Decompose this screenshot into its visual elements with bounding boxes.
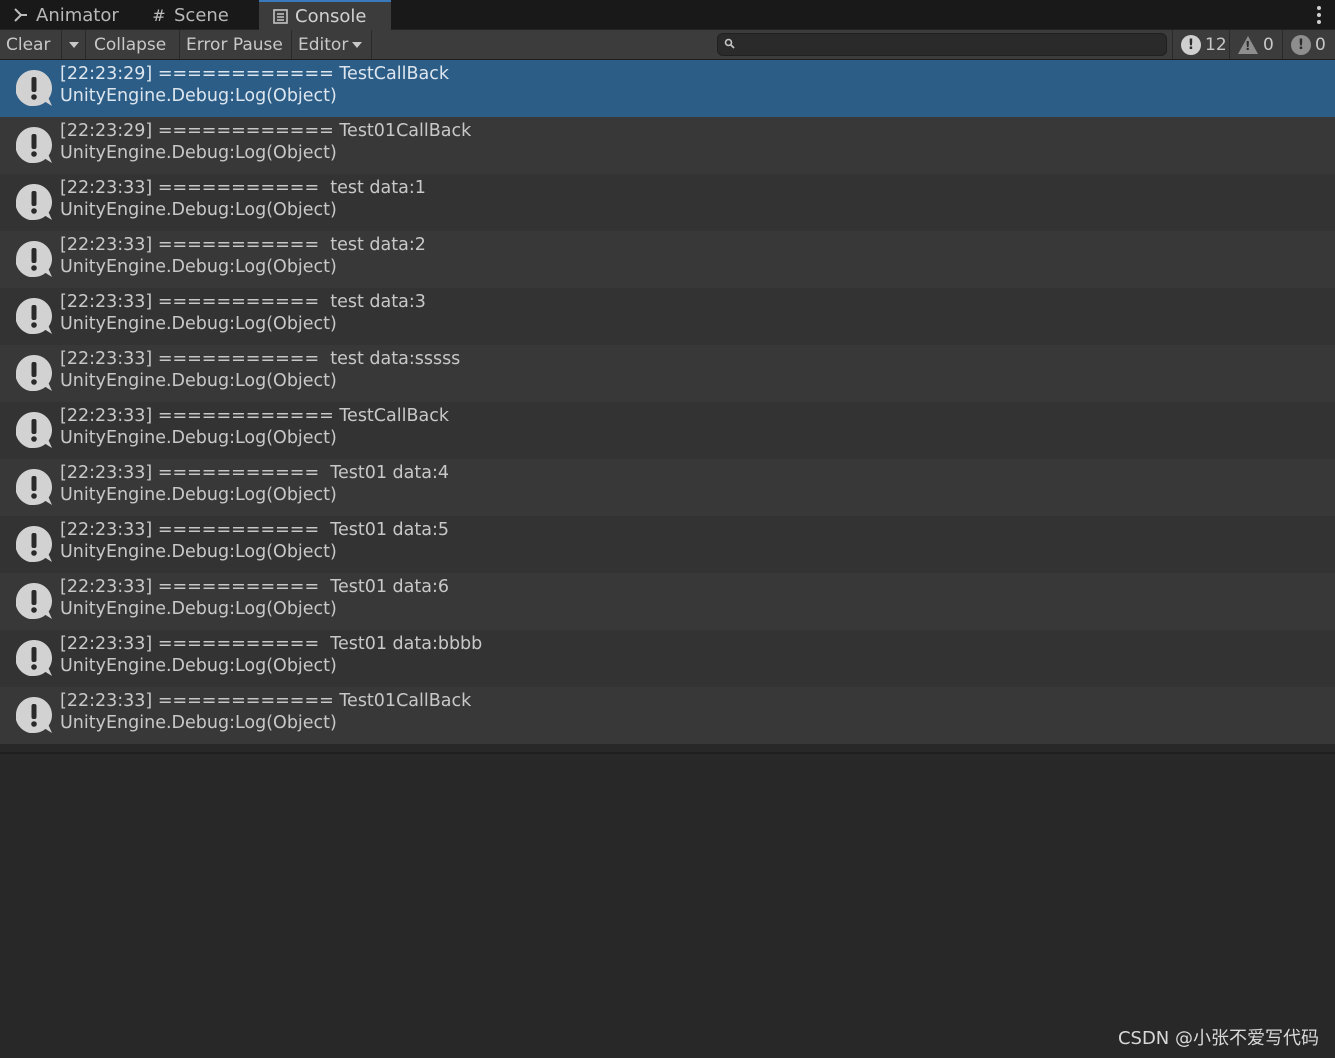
log-stacktrace: UnityEngine.Debug:Log(Object) — [60, 86, 337, 106]
log-list: [22:23:29] ============ TestCallBack Unit… — [0, 60, 1335, 744]
more-options-icon[interactable] — [1313, 4, 1325, 26]
search-icon — [724, 38, 735, 52]
log-stacktrace: UnityEngine.Debug:Log(Object) — [60, 143, 337, 163]
log-filter-toggle[interactable]: ! 12 — [1172, 30, 1228, 59]
editor-dropdown-label: Editor — [298, 34, 349, 55]
log-stacktrace: UnityEngine.Debug:Log(Object) — [60, 428, 337, 448]
info-message-icon — [14, 68, 54, 108]
log-count: 12 — [1205, 34, 1227, 55]
log-message: [22:23:33] ============ Test01CallBack — [60, 691, 472, 711]
info-message-icon — [14, 296, 54, 336]
search-input[interactable] — [739, 36, 1159, 53]
tab-console-label: Console — [295, 5, 367, 27]
clear-button[interactable]: Clear — [0, 30, 62, 59]
error-filter-toggle[interactable]: ! 0 — [1282, 30, 1335, 59]
log-message: [22:23:33] =========== test data:2 — [60, 235, 426, 255]
info-message-icon — [14, 182, 54, 222]
hash-icon: # — [152, 5, 166, 25]
info-message-icon — [14, 638, 54, 678]
clear-options-dropdown[interactable] — [62, 30, 86, 59]
info-message-icon — [14, 125, 54, 165]
log-entry[interactable]: [22:23:33] ============ TestCallBack Unit… — [0, 402, 1335, 459]
log-stacktrace: UnityEngine.Debug:Log(Object) — [60, 485, 337, 505]
console-icon — [271, 7, 289, 25]
info-message-icon — [14, 695, 54, 735]
log-message: [22:23:33] =========== test data:sssss — [60, 349, 461, 369]
info-message-icon — [14, 467, 54, 507]
log-message: [22:23:33] =========== Test01 data:4 — [60, 463, 449, 483]
log-entry[interactable]: [22:23:33] =========== Test01 data:5 Unit… — [0, 516, 1335, 573]
error-pause-button[interactable]: Error Pause — [180, 30, 292, 59]
log-entry[interactable]: [22:23:29] ============ Test01CallBack Un… — [0, 117, 1335, 174]
log-entry[interactable]: [22:23:29] ============ TestCallBack Unit… — [0, 60, 1335, 117]
log-message: [22:23:29] ============ Test01CallBack — [60, 121, 472, 141]
log-message: [22:23:33] =========== test data:1 — [60, 178, 426, 198]
log-message: [22:23:33] =========== Test01 data:bbbb — [60, 634, 483, 654]
log-message: [22:23:33] =========== Test01 data:6 — [60, 577, 449, 597]
log-entry[interactable]: [22:23:33] =========== Test01 data:bbbb U… — [0, 630, 1335, 687]
log-entry[interactable]: [22:23:33] =========== test data:3 UnityE… — [0, 288, 1335, 345]
log-stacktrace: UnityEngine.Debug:Log(Object) — [60, 599, 337, 619]
log-entry[interactable]: [22:23:33] =========== Test01 data:4 Unit… — [0, 459, 1335, 516]
warning-count: 0 — [1263, 34, 1274, 55]
tab-scene-label: Scene — [174, 4, 229, 26]
log-stacktrace: UnityEngine.Debug:Log(Object) — [60, 656, 337, 676]
animator-icon — [12, 6, 30, 24]
chevron-down-icon — [68, 41, 79, 48]
info-icon: ! — [1181, 34, 1201, 55]
log-message: [22:23:33] =========== test data:3 — [60, 292, 426, 312]
log-entry[interactable]: [22:23:33] =========== test data:sssss Un… — [0, 345, 1335, 402]
info-message-icon — [14, 353, 54, 393]
log-stacktrace: UnityEngine.Debug:Log(Object) — [60, 542, 337, 562]
tab-scene[interactable]: # Scene — [138, 0, 258, 30]
search-field[interactable] — [717, 33, 1167, 56]
tab-bar: Animator # Scene Console — [0, 0, 1335, 30]
log-stacktrace: UnityEngine.Debug:Log(Object) — [60, 713, 337, 733]
warning-filter-toggle[interactable]: 0 — [1229, 30, 1281, 59]
warning-icon — [1238, 35, 1258, 54]
log-entry[interactable]: [22:23:33] ============ Test01CallBack Un… — [0, 687, 1335, 744]
console-toolbar: Clear Collapse Error Pause Editor ! 12 0… — [0, 30, 1335, 60]
log-message: [22:23:33] ============ TestCallBack — [60, 406, 449, 426]
error-icon: ! — [1291, 34, 1311, 55]
log-stacktrace: UnityEngine.Debug:Log(Object) — [60, 257, 337, 277]
error-count: 0 — [1315, 34, 1326, 55]
log-stacktrace: UnityEngine.Debug:Log(Object) — [60, 314, 337, 334]
tab-animator[interactable]: Animator — [0, 0, 128, 30]
log-entry[interactable]: [22:23:33] =========== test data:1 UnityE… — [0, 174, 1335, 231]
log-stacktrace: UnityEngine.Debug:Log(Object) — [60, 371, 337, 391]
watermark: CSDN @小张不爱写代码 — [1117, 1028, 1319, 1049]
info-message-icon — [14, 524, 54, 564]
info-message-icon — [14, 239, 54, 279]
tab-animator-label: Animator — [36, 4, 119, 26]
log-entry[interactable]: [22:23:33] =========== Test01 data:6 Unit… — [0, 573, 1335, 630]
info-message-icon — [14, 410, 54, 450]
editor-dropdown[interactable]: Editor — [292, 30, 372, 59]
tab-console[interactable]: Console — [259, 0, 391, 30]
info-message-icon — [14, 581, 54, 621]
log-message: [22:23:33] =========== Test01 data:5 — [60, 520, 449, 540]
chevron-down-icon — [352, 41, 363, 48]
log-entry[interactable]: [22:23:33] =========== test data:2 UnityE… — [0, 231, 1335, 288]
collapse-button[interactable]: Collapse — [88, 30, 180, 59]
log-detail-pane — [0, 754, 1335, 1058]
log-stacktrace: UnityEngine.Debug:Log(Object) — [60, 200, 337, 220]
log-message: [22:23:29] ============ TestCallBack — [60, 64, 449, 84]
